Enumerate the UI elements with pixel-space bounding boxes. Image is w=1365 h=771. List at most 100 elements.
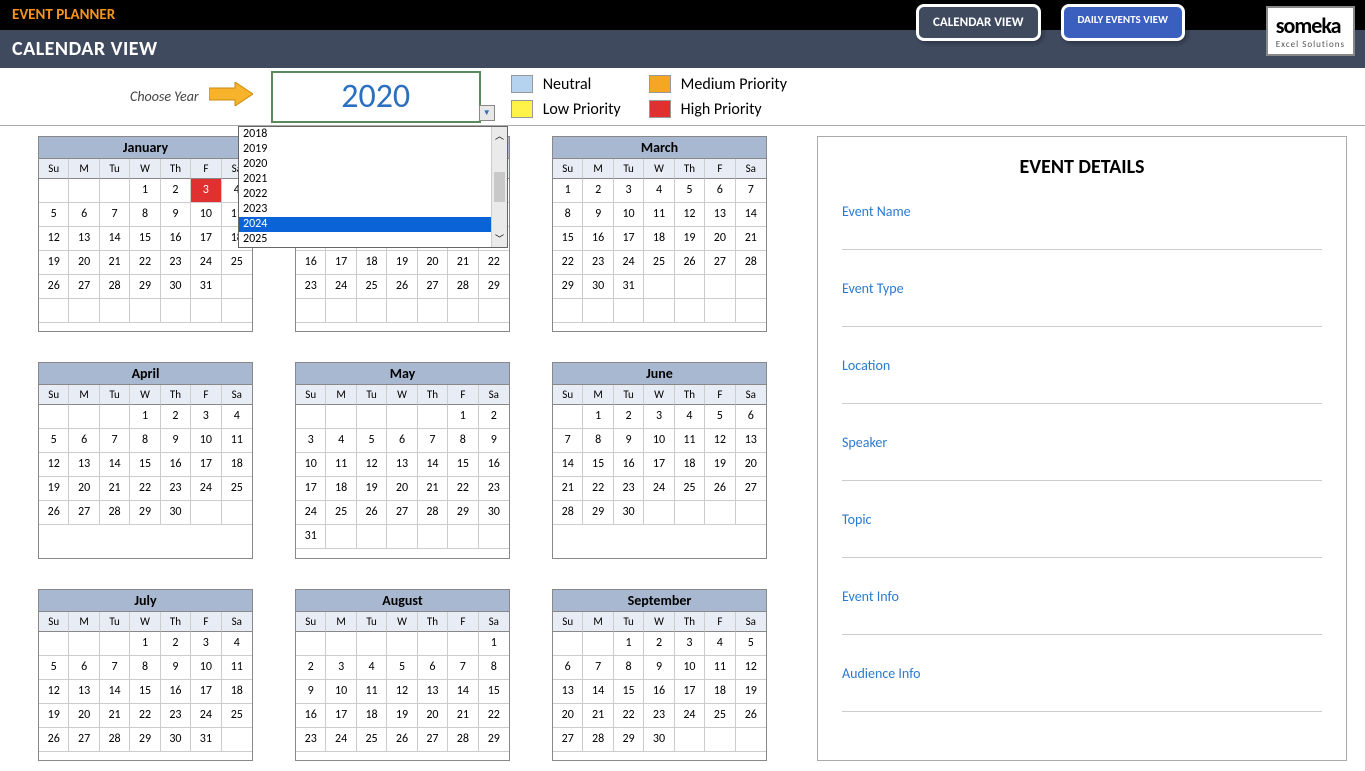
day-cell[interactable] xyxy=(130,299,160,323)
day-cell[interactable]: 15 xyxy=(614,680,644,704)
day-cell[interactable] xyxy=(39,632,69,656)
day-cell[interactable]: 26 xyxy=(39,728,69,752)
day-cell[interactable]: 10 xyxy=(296,453,326,477)
day-cell[interactable]: 20 xyxy=(69,704,99,728)
day-cell[interactable]: 4 xyxy=(222,632,252,656)
day-cell[interactable]: 4 xyxy=(705,632,735,656)
day-cell[interactable]: 27 xyxy=(69,728,99,752)
day-cell[interactable]: 13 xyxy=(553,680,583,704)
day-cell[interactable]: 23 xyxy=(296,275,326,299)
day-cell[interactable]: 14 xyxy=(448,680,478,704)
day-cell[interactable]: 24 xyxy=(326,275,356,299)
day-cell[interactable]: 6 xyxy=(553,656,583,680)
day-cell[interactable]: 29 xyxy=(479,275,509,299)
day-cell[interactable]: 15 xyxy=(130,680,160,704)
day-cell[interactable] xyxy=(553,405,583,429)
day-cell[interactable]: 5 xyxy=(39,429,69,453)
day-cell[interactable]: 29 xyxy=(583,501,613,525)
field-input[interactable] xyxy=(842,228,1322,250)
day-cell[interactable] xyxy=(191,299,221,323)
day-cell[interactable]: 2 xyxy=(614,405,644,429)
day-cell[interactable]: 11 xyxy=(705,656,735,680)
day-cell[interactable] xyxy=(326,299,356,323)
day-cell[interactable]: 17 xyxy=(191,680,221,704)
day-cell[interactable]: 3 xyxy=(614,179,644,203)
day-cell[interactable]: 21 xyxy=(583,704,613,728)
day-cell[interactable] xyxy=(387,299,417,323)
day-cell[interactable]: 22 xyxy=(553,251,583,275)
day-cell[interactable]: 7 xyxy=(553,429,583,453)
day-cell[interactable]: 2 xyxy=(644,632,674,656)
day-cell[interactable]: 20 xyxy=(736,453,766,477)
day-cell[interactable]: 1 xyxy=(448,405,478,429)
day-cell[interactable] xyxy=(479,299,509,323)
day-cell[interactable]: 17 xyxy=(675,680,705,704)
day-cell[interactable]: 19 xyxy=(357,477,387,501)
day-cell[interactable] xyxy=(418,632,448,656)
day-cell[interactable]: 13 xyxy=(736,429,766,453)
day-cell[interactable] xyxy=(39,405,69,429)
day-cell[interactable]: 4 xyxy=(675,405,705,429)
day-cell[interactable]: 6 xyxy=(69,656,99,680)
day-cell[interactable]: 23 xyxy=(644,704,674,728)
day-cell[interactable]: 24 xyxy=(644,477,674,501)
day-cell[interactable] xyxy=(326,405,356,429)
day-cell[interactable]: 1 xyxy=(130,179,160,203)
day-cell[interactable] xyxy=(100,299,130,323)
day-cell[interactable]: 25 xyxy=(222,704,252,728)
day-cell[interactable]: 29 xyxy=(479,728,509,752)
day-cell[interactable]: 11 xyxy=(326,453,356,477)
day-cell[interactable]: 3 xyxy=(191,632,221,656)
day-cell[interactable]: 13 xyxy=(387,453,417,477)
day-cell[interactable] xyxy=(326,525,356,549)
day-cell[interactable]: 22 xyxy=(479,251,509,275)
day-cell[interactable]: 10 xyxy=(191,429,221,453)
day-cell[interactable] xyxy=(479,525,509,549)
day-cell[interactable]: 4 xyxy=(644,179,674,203)
day-cell[interactable]: 14 xyxy=(418,453,448,477)
year-option[interactable]: 2024 xyxy=(239,217,491,232)
day-cell[interactable]: 27 xyxy=(387,501,417,525)
day-cell[interactable]: 29 xyxy=(130,501,160,525)
day-cell[interactable]: 20 xyxy=(705,227,735,251)
day-cell[interactable] xyxy=(296,299,326,323)
day-cell[interactable]: 17 xyxy=(326,704,356,728)
day-cell[interactable]: 16 xyxy=(161,680,191,704)
day-cell[interactable]: 15 xyxy=(130,227,160,251)
day-cell[interactable]: 24 xyxy=(296,501,326,525)
day-cell[interactable]: 21 xyxy=(553,477,583,501)
day-cell[interactable] xyxy=(69,299,99,323)
day-cell[interactable]: 8 xyxy=(479,656,509,680)
day-cell[interactable]: 6 xyxy=(418,656,448,680)
day-cell[interactable] xyxy=(69,632,99,656)
day-cell[interactable] xyxy=(69,179,99,203)
day-cell[interactable]: 17 xyxy=(191,227,221,251)
day-cell[interactable]: 18 xyxy=(675,453,705,477)
day-cell[interactable]: 28 xyxy=(448,728,478,752)
day-cell[interactable] xyxy=(736,501,766,525)
day-cell[interactable]: 28 xyxy=(736,251,766,275)
day-cell[interactable]: 18 xyxy=(357,704,387,728)
day-cell[interactable]: 17 xyxy=(326,251,356,275)
day-cell[interactable]: 8 xyxy=(130,203,160,227)
day-cell[interactable]: 14 xyxy=(736,203,766,227)
day-cell[interactable]: 13 xyxy=(418,680,448,704)
day-cell[interactable]: 27 xyxy=(69,275,99,299)
day-cell[interactable]: 20 xyxy=(418,704,448,728)
day-cell[interactable]: 3 xyxy=(675,632,705,656)
day-cell[interactable] xyxy=(675,501,705,525)
field-input[interactable] xyxy=(842,459,1322,481)
day-cell[interactable]: 23 xyxy=(161,477,191,501)
day-cell[interactable] xyxy=(387,405,417,429)
day-cell[interactable]: 19 xyxy=(387,251,417,275)
day-cell[interactable] xyxy=(357,405,387,429)
day-cell[interactable]: 4 xyxy=(222,405,252,429)
day-cell[interactable]: 27 xyxy=(418,275,448,299)
day-cell[interactable]: 29 xyxy=(130,728,160,752)
day-cell[interactable]: 27 xyxy=(705,251,735,275)
day-cell[interactable]: 28 xyxy=(583,728,613,752)
day-cell[interactable]: 1 xyxy=(553,179,583,203)
day-cell[interactable]: 22 xyxy=(130,251,160,275)
field-input[interactable] xyxy=(842,305,1322,327)
day-cell[interactable]: 14 xyxy=(583,680,613,704)
